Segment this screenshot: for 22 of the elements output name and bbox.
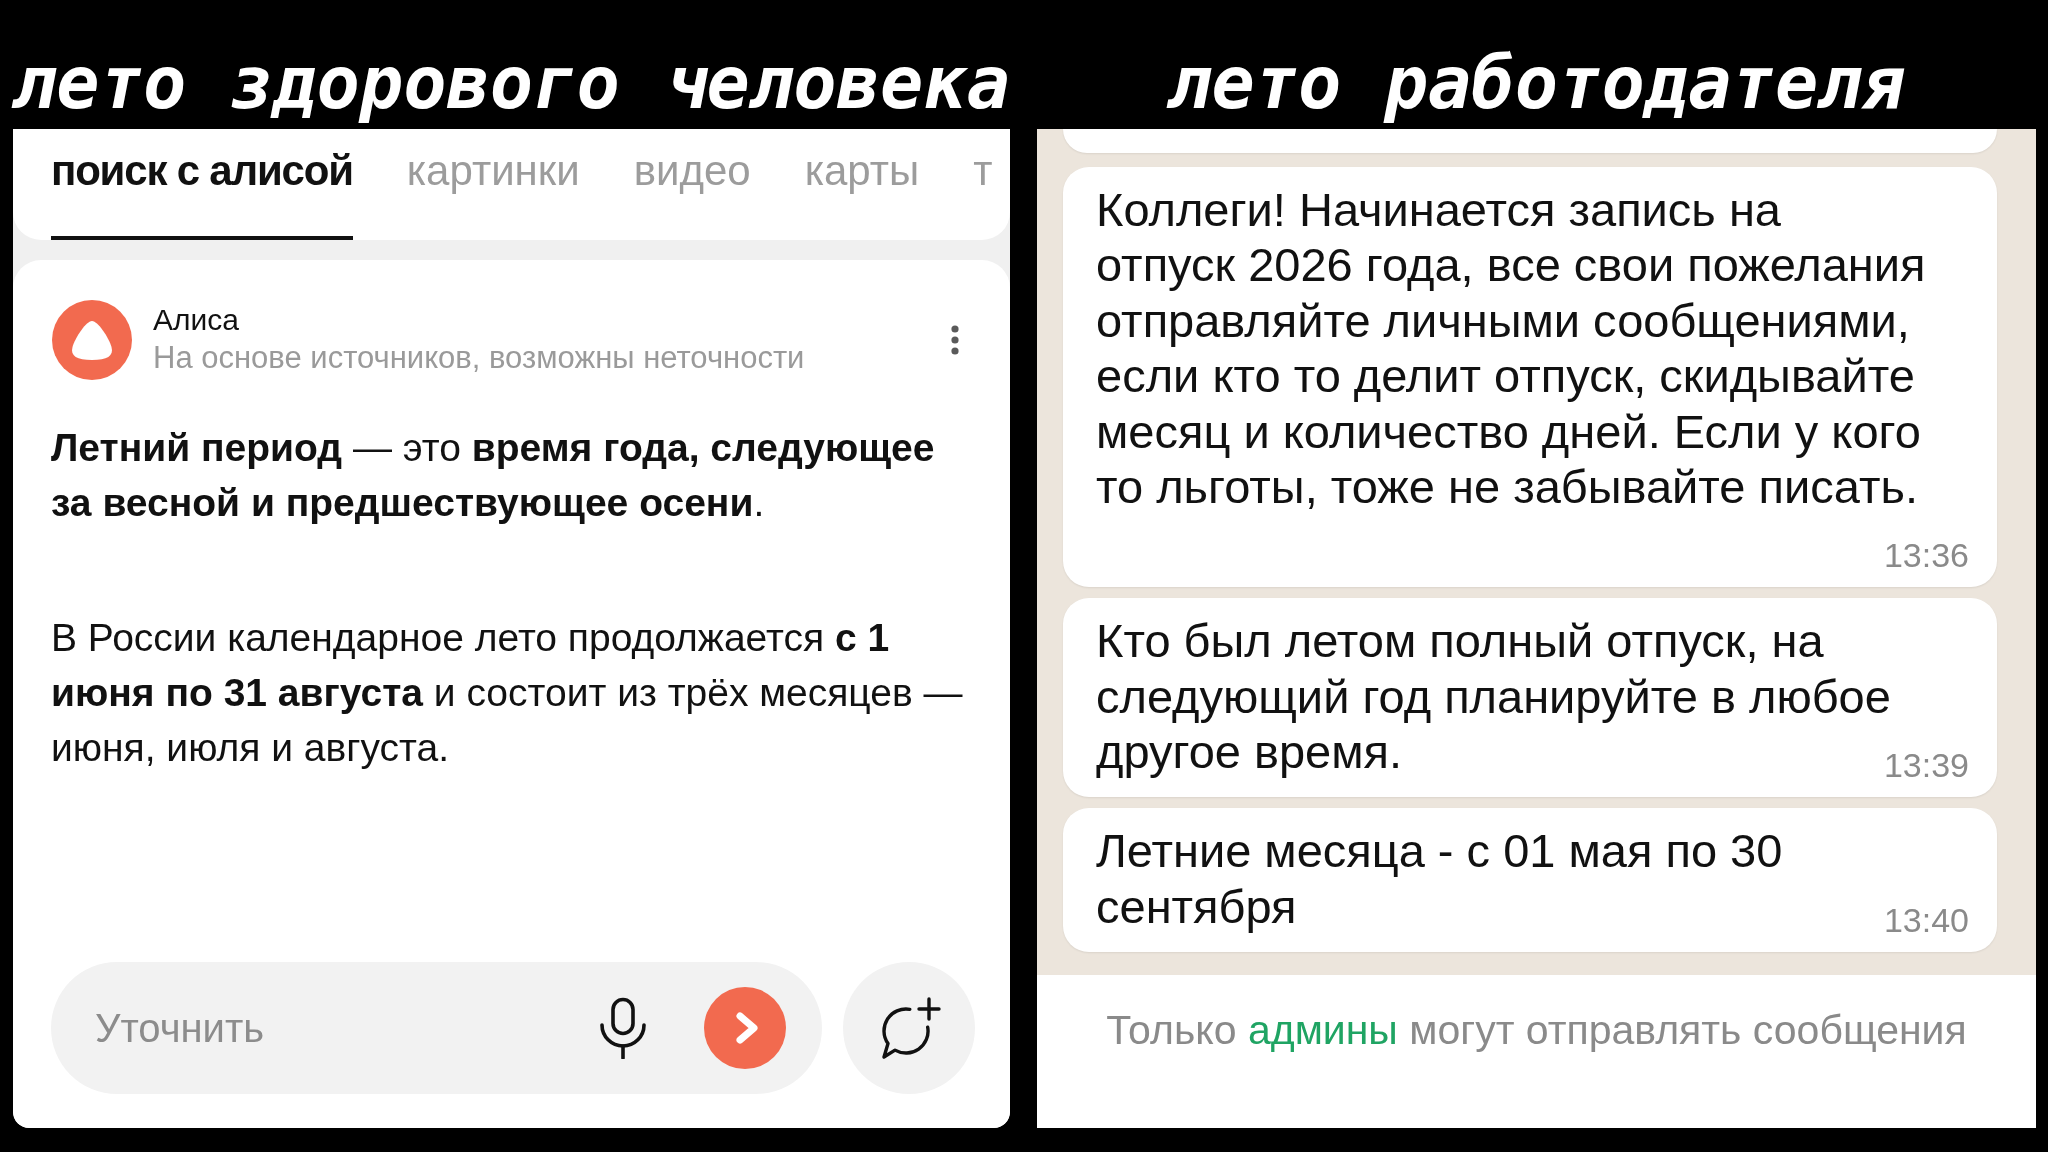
message-text: Летние месяца - с 01 мая по 30 сентября: [1096, 824, 1783, 933]
disclaimer-text: На основе источников, возможны неточности: [153, 339, 805, 377]
tab[interactable]: картинки: [406, 148, 580, 240]
query-input-field[interactable]: Уточнить: [95, 1004, 598, 1052]
answer-paragraph: Летний период — это время года, следующее за весной и предшествующее осени.: [51, 425, 936, 526]
message-text: Коллеги! Начинается запись на отпуск 2026 года, все свои пожелания отправляйте личными сообщениями, если кто то делит отпуск, скидывайте месяц и количество дней. Если у кого то льготы, тоже не забывайте писать.: [1096, 183, 1926, 514]
assistant-name: Алиса: [153, 302, 239, 338]
message-time: 13:36: [1883, 536, 1969, 575]
admins-link[interactable]: админы: [1247, 1007, 1398, 1053]
more-options-icon[interactable]: [951, 325, 959, 355]
read-only-notice: Только админы могут отправлять сообщения: [1106, 1007, 1967, 1053]
caption: лето работодателя: [1168, 43, 1905, 127]
caption: лето здорового человека: [13, 43, 1010, 127]
tab[interactable]: видео: [633, 148, 751, 240]
tab[interactable]: карты: [804, 148, 920, 240]
microphone-icon[interactable]: [598, 997, 648, 1059]
tab[interactable]: т: [973, 148, 993, 240]
message-time: 13:40: [1883, 900, 1969, 939]
assistant-logo-icon: [52, 300, 132, 380]
chevron-icon: [735, 1012, 759, 1044]
tab[interactable]: поиск с алисой: [51, 148, 353, 240]
answer-paragraph: В России календарное лето продолжается с 1 июня по 31 августа и состоит из трёх месяцев — июня, июля и августа.: [51, 615, 964, 771]
